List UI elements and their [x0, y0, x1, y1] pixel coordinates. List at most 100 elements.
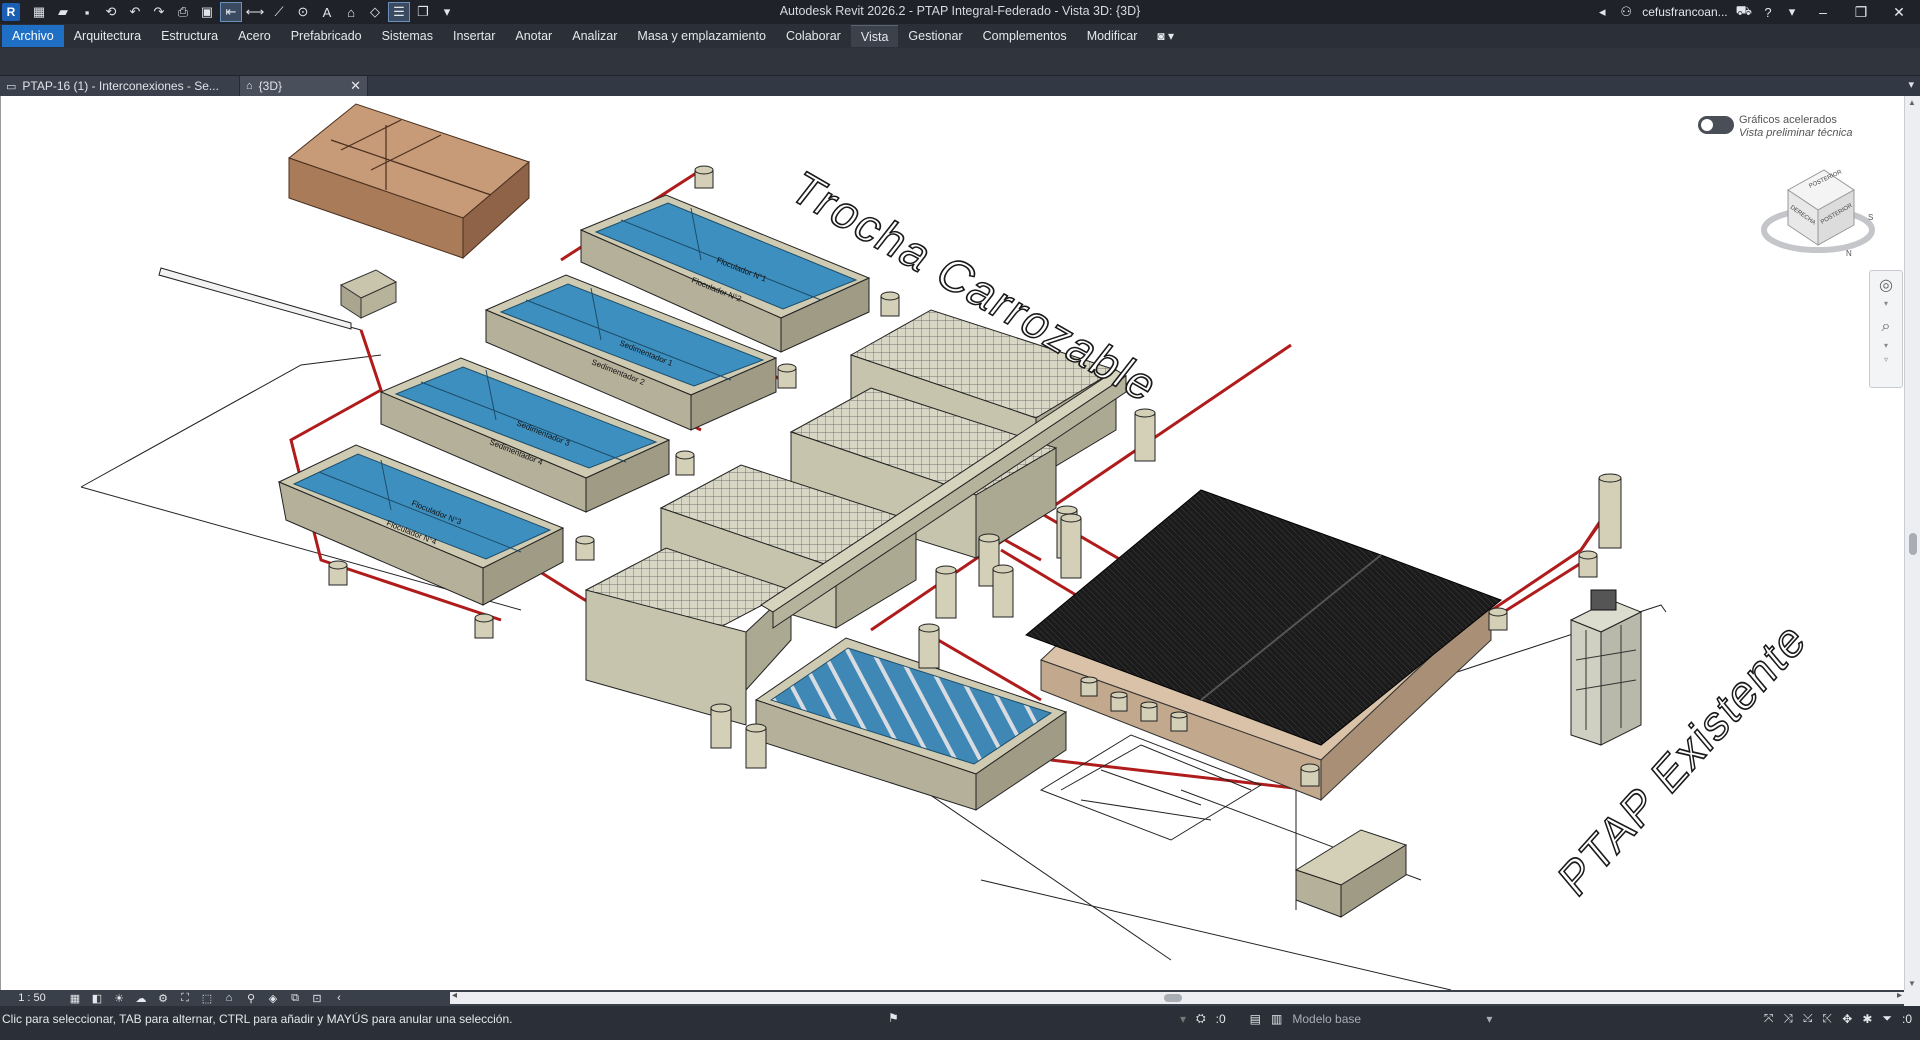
steering-dropdown-icon[interactable]: ▾ [1870, 299, 1902, 313]
sync-icon[interactable]: ⟲ [100, 2, 122, 22]
open-icon[interactable]: ▰ [52, 2, 74, 22]
thin-lines-icon[interactable]: ☰ [388, 2, 410, 22]
horizontal-scrollbar[interactable]: ◂ ▸ [450, 990, 1904, 1004]
vertical-scrollbar[interactable]: ▲ ▼ [1904, 96, 1920, 990]
ribbon-tabs: Archivo Arquitectura Estructura Acero Pr… [0, 24, 1920, 48]
save-icon[interactable]: ▪ [76, 2, 98, 22]
print-icon[interactable]: ⎙ [172, 2, 194, 22]
graphics-line-1: Gráficos acelerados [1739, 114, 1837, 126]
title-bar: R ▦ ▰ ▪ ⟲ ↶ ↷ ⎙ ▣ ⇤ ⟷ ⟋ ⊙ A ⌂ ◇ ☰ ❐ ▾ Au… [0, 0, 1920, 24]
roofed-building [1025, 489, 1502, 802]
background-process-icon[interactable]: ✱ [1862, 1012, 1872, 1026]
view-cube[interactable]: POSTERIOR DERECHA POSTERIOR N S [1746, 150, 1881, 260]
help-dropdown-icon[interactable]: ▾ [1784, 4, 1800, 20]
render-icon[interactable]: ⚙ [152, 992, 174, 1005]
select-pinned-icon[interactable]: ⤩ [1803, 1011, 1813, 1026]
default-3d-icon[interactable]: ⌂ [340, 2, 362, 22]
menu-gestionar[interactable]: Gestionar [898, 25, 972, 47]
menu-complementos[interactable]: Complementos [973, 25, 1077, 47]
main-model-icon[interactable]: ▥ [1271, 1012, 1282, 1026]
horizontal-scroll-thumb[interactable] [1164, 994, 1182, 1002]
tab-label: PTAP-16 (1) - Interconexiones - Se... [22, 79, 219, 93]
user-name[interactable]: cefusfrancoan... [1642, 5, 1727, 19]
switch-windows-icon[interactable]: ❐ [412, 2, 434, 22]
worksharing-icon[interactable]: ⚑ [888, 1011, 899, 1025]
status-bar: Clic para seleccionar, TAB para alternar… [0, 1006, 1920, 1040]
home-icon[interactable]: ▦ [28, 2, 50, 22]
show-crop-icon[interactable]: ⬚ [196, 992, 218, 1005]
revit-logo[interactable]: R [2, 3, 20, 21]
menu-colaborar[interactable]: Colaborar [776, 25, 851, 47]
vertical-scroll-thumb[interactable] [1909, 533, 1917, 555]
menu-anotar[interactable]: Anotar [505, 25, 562, 47]
close-button[interactable]: ✕ [1884, 4, 1914, 21]
menu-acero[interactable]: Acero [228, 25, 281, 47]
steering-wheel-icon[interactable]: ◎ [1870, 271, 1902, 299]
menu-sistemas[interactable]: Sistemas [372, 25, 443, 47]
dimension-icon[interactable]: ⟷ [244, 2, 266, 22]
temporary-hide-icon[interactable]: ⚲ [240, 992, 262, 1005]
tab-ptap-16[interactable]: ▭ PTAP-16 (1) - Interconexiones - Se... [0, 76, 240, 96]
menu-archivo[interactable]: Archivo [2, 25, 64, 47]
3d-view-canvas[interactable]: Floculador N°1 Floculador N°2 Sedimentad… [0, 96, 1904, 990]
reveal-hidden-icon[interactable]: ◈ [262, 992, 284, 1005]
select-underlay-icon[interactable]: ⤨ [1783, 1011, 1793, 1026]
minimize-button[interactable]: – [1808, 4, 1838, 20]
menu-masa-emplazamiento[interactable]: Masa y emplazamiento [627, 25, 776, 47]
crop-view-icon[interactable]: ⛶ [174, 992, 196, 1005]
navbar-options-icon[interactable]: ▿ [1870, 355, 1902, 369]
3d-view-icon[interactable]: ⊙ [292, 2, 314, 22]
collapse-arrow-icon[interactable]: ◂ [1594, 4, 1610, 20]
scroll-left-icon[interactable]: ◂ [452, 990, 457, 1001]
help-icon[interactable]: ? [1760, 5, 1776, 20]
cart-icon[interactable]: ⛟ [1736, 3, 1752, 21]
pump-box [339, 269, 398, 319]
close-tab-icon[interactable]: ✕ [350, 78, 361, 94]
camera-icon[interactable]: ◙ ▾ [1147, 25, 1184, 47]
menu-modificar[interactable]: Modificar [1077, 25, 1148, 47]
text-icon[interactable]: A [316, 2, 338, 22]
temporary-view-icon[interactable]: ⧉ [284, 992, 306, 1005]
account-icon[interactable]: ⚇ [1618, 4, 1634, 20]
sun-path-icon[interactable]: ☀ [108, 992, 130, 1005]
lock-view-icon[interactable]: ⌂ [218, 992, 240, 1004]
menu-analizar[interactable]: Analizar [562, 25, 627, 47]
shadows-icon[interactable]: ☁ [130, 992, 152, 1005]
workset-dropdown-icon[interactable]: ▾ [1180, 1012, 1186, 1026]
menu-arquitectura[interactable]: Arquitectura [64, 25, 151, 47]
editing-requests-count: :0 [1215, 1011, 1226, 1026]
scroll-right-icon[interactable]: ▸ [1897, 990, 1902, 1001]
design-options-icon[interactable]: ▤ [1250, 1012, 1261, 1026]
undo-icon[interactable]: ↶ [124, 2, 146, 22]
menu-estructura[interactable]: Estructura [151, 25, 228, 47]
tabs-menu-icon[interactable]: ▾ [1908, 78, 1914, 91]
close-hidden-icon[interactable]: ▣ [196, 2, 218, 22]
select-links-icon[interactable]: ⤧ [1764, 1011, 1774, 1026]
section-icon[interactable]: ◇ [364, 2, 386, 22]
analytical-model-icon[interactable]: ⊡ [306, 992, 328, 1005]
viewbar-collapse-icon[interactable]: ‹ [328, 992, 350, 1004]
accelerated-graphics-toggle[interactable] [1698, 116, 1734, 134]
detail-level-icon[interactable]: ▦ [64, 992, 86, 1005]
view-scale[interactable]: 1 : 50 [0, 992, 64, 1004]
redo-icon[interactable]: ↷ [148, 2, 170, 22]
tab-3d[interactable]: ⌂ {3D} ✕ [240, 76, 368, 96]
tag-icon[interactable]: ⟋ [268, 2, 290, 22]
visual-style-icon[interactable]: ◧ [86, 992, 108, 1005]
zoom-dropdown-icon[interactable]: ▾ [1870, 341, 1902, 355]
zoom-region-icon[interactable]: ⌕ [1870, 313, 1902, 341]
scroll-down-icon[interactable]: ▼ [1908, 979, 1916, 988]
main-model-selector[interactable]: Modelo base ▾ [1292, 1012, 1492, 1026]
select-by-face-icon[interactable]: ⤪ [1823, 1011, 1833, 1026]
drag-elements-icon[interactable]: ✥ [1842, 1012, 1852, 1026]
menu-vista[interactable]: Vista [850, 25, 899, 47]
menu-prefabricado[interactable]: Prefabricado [281, 25, 372, 47]
measure-icon[interactable]: ⇤ [220, 2, 242, 22]
editing-requests-icon[interactable]: ⛭ [1196, 1011, 1206, 1026]
restore-button[interactable]: ❐ [1846, 4, 1876, 21]
scroll-up-icon[interactable]: ▲ [1908, 98, 1916, 107]
filter-icon[interactable]: ⏷ [1882, 1011, 1892, 1026]
menu-insertar[interactable]: Insertar [443, 25, 505, 47]
customize-qat-icon[interactable]: ▾ [436, 2, 458, 22]
home-icon: ⌂ [246, 80, 253, 92]
